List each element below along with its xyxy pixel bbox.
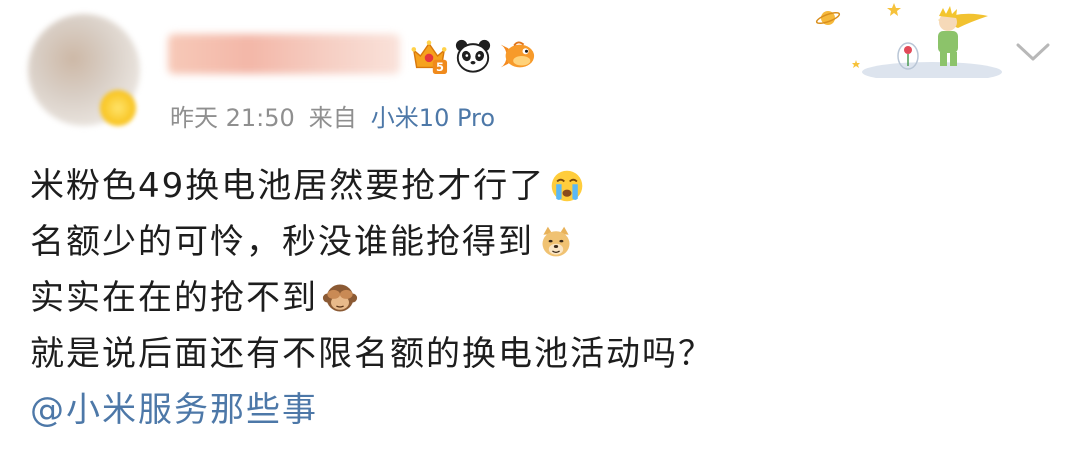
post-meta: 昨天 21:50 来自 小米10 Pro [170, 98, 495, 132]
fish-icon[interactable] [498, 37, 536, 75]
post-text: 米粉色49换电池居然要抢才行了 名额少的可怜，秒没谁能抢得到 实实在在的抢不到 … [30, 158, 1050, 438]
doge-icon [542, 226, 570, 257]
post-line-text: 米粉色49换电池居然要抢才行了 [30, 166, 546, 206]
post-line-text: 名额少的可怜，秒没谁能抢得到 [30, 222, 534, 262]
post-line: 实实在在的抢不到 [30, 270, 1050, 326]
see-no-evil-monkey-icon [322, 284, 358, 312]
post-line: @小米服务那些事 [30, 382, 1050, 438]
star-icon [887, 3, 901, 16]
little-prince-icon [938, 6, 988, 66]
username[interactable]: ████████ [168, 34, 400, 74]
post-line: 米粉色49换电池居然要抢才行了 [30, 158, 1050, 214]
crying-face-icon [551, 170, 583, 202]
post-time: 昨天 21:50 [170, 103, 295, 132]
post-line-text: 实实在在的抢不到 [30, 278, 318, 318]
user-badges: 5 [410, 36, 536, 76]
level-number: 5 [436, 60, 444, 74]
chevron-down-icon[interactable] [1012, 36, 1054, 66]
card-decoration [815, 3, 1002, 78]
post-line-text: 就是说后面还有不限名额的换电池活动吗？ [30, 334, 714, 374]
crown-level-5-icon[interactable]: 5 [410, 37, 448, 75]
source-prefix: 来自 [308, 103, 357, 132]
post-line: 就是说后面还有不限名额的换电池活动吗？ [30, 326, 1050, 382]
mention-link[interactable]: @小米服务那些事 [30, 382, 318, 438]
post-line: 名额少的可怜，秒没谁能抢得到 [30, 214, 1050, 270]
panda-icon[interactable] [454, 37, 492, 75]
rose-icon [904, 46, 912, 54]
source-device-link[interactable]: 小米10 Pro [371, 98, 495, 133]
